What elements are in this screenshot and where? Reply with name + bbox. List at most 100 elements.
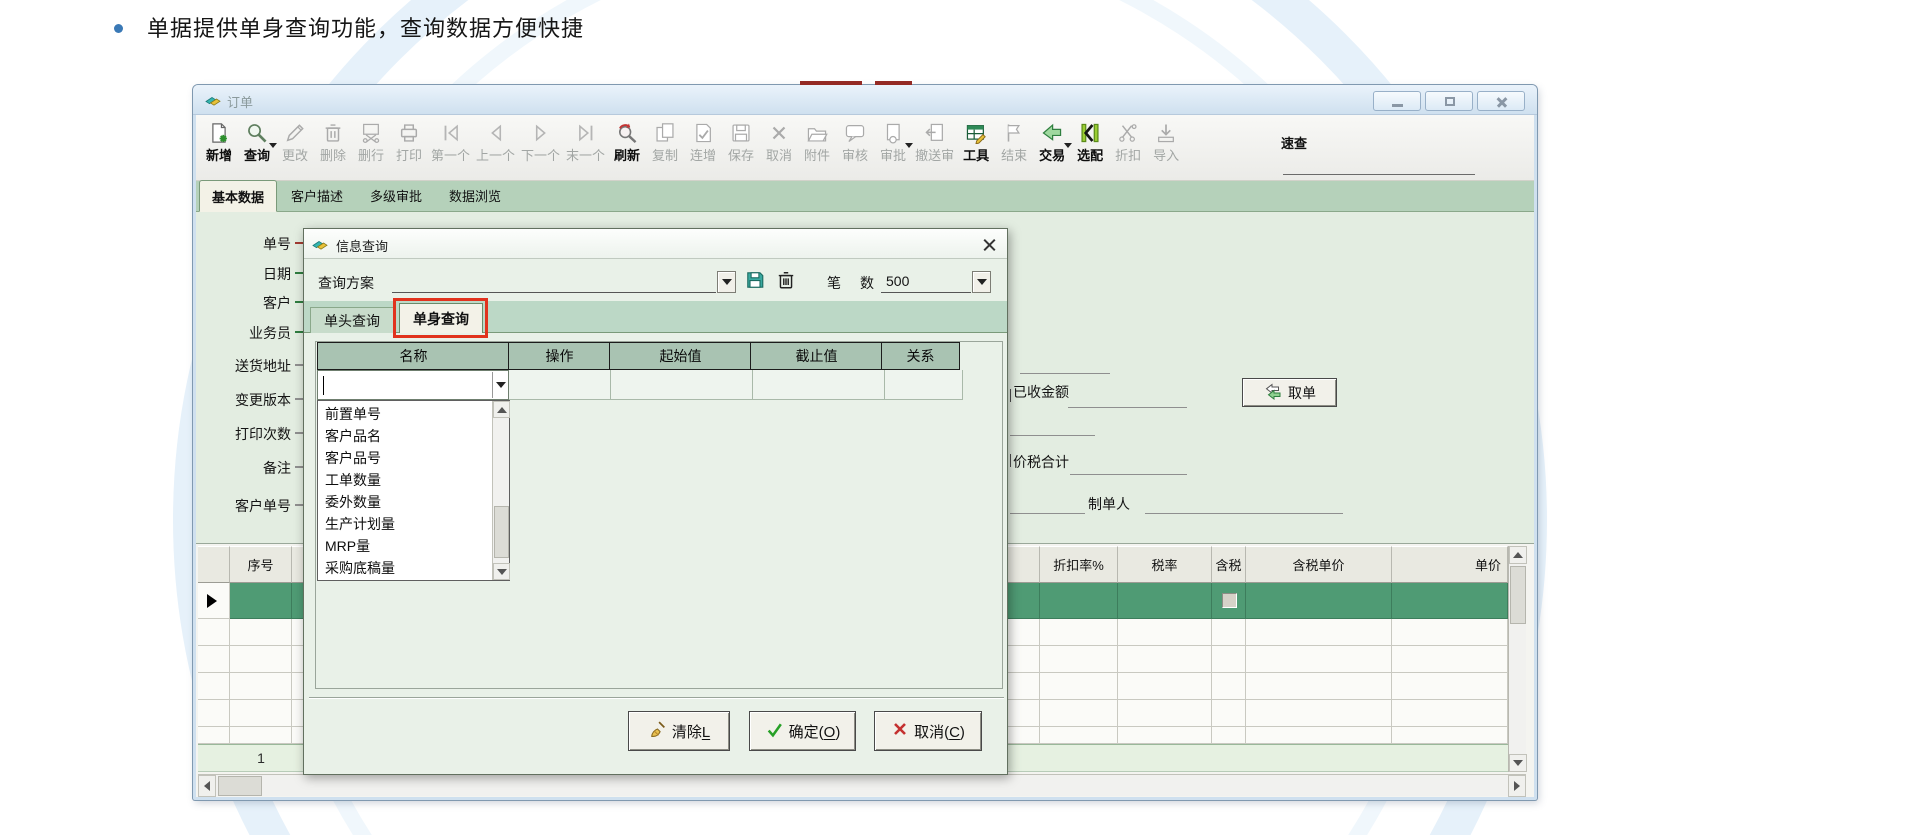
query-grid-cell[interactable] [509, 370, 611, 400]
table-cell [1392, 619, 1508, 646]
query-grid-cell[interactable] [885, 370, 963, 400]
toolbar-button-refresh[interactable]: 刷新 [608, 119, 646, 164]
toolbar-button-save[interactable]: 保存 [722, 119, 760, 164]
received-amount-input[interactable] [1068, 407, 1187, 408]
dialog-close-button[interactable] [978, 234, 1000, 256]
toolbar-button-discount[interactable]: 折扣 [1109, 119, 1147, 164]
table-cell [1392, 673, 1508, 700]
tab-data-browse[interactable]: 数据浏览 [436, 179, 514, 211]
hidden-field-line[interactable] [1010, 513, 1085, 514]
toolbar-button-edit[interactable]: 更改 [276, 119, 314, 164]
print-icon [398, 119, 420, 147]
count-dropdown-button[interactable] [972, 271, 991, 293]
take-order-button[interactable]: 取单 [1242, 378, 1337, 407]
toolbar-button-label: 更改 [282, 147, 308, 164]
toolbar-button-prev[interactable]: 上一个 [473, 119, 518, 164]
field-option[interactable]: 工单数量 [319, 469, 491, 491]
toolbar-button-delete-row[interactable]: 删行 [352, 119, 390, 164]
delete-plan-icon[interactable] [776, 270, 796, 295]
dialog-title: 信息查询 [336, 236, 388, 255]
creator-input[interactable] [1145, 513, 1343, 514]
toolbar-button-copy[interactable]: 复制 [646, 119, 684, 164]
scroll-down-button[interactable] [1509, 754, 1527, 772]
scrollbar-thumb[interactable] [218, 776, 262, 796]
header-label: 起始值 [660, 346, 702, 366]
cancel-button[interactable]: 取消(C) [874, 711, 982, 751]
toolbar-button-approve[interactable]: 审批 [874, 119, 912, 164]
quick-search-input[interactable] [1283, 174, 1475, 175]
toolbar-button-withdraw-review[interactable]: 撤送审 [912, 119, 957, 164]
toolbar-button-trade[interactable]: 交易 [1033, 119, 1071, 164]
query-plan-dropdown-button[interactable] [717, 271, 736, 293]
scroll-up-button[interactable] [493, 401, 510, 418]
minimize-button[interactable] [1373, 91, 1421, 111]
field-option[interactable]: 委外数量 [319, 491, 491, 513]
chevron-down-icon [496, 382, 506, 388]
query-grid-header: 起始值 [609, 342, 752, 370]
query-grid-cell[interactable] [753, 370, 885, 400]
count-input[interactable] [881, 292, 971, 293]
hidden-field-line[interactable] [1010, 435, 1095, 436]
field-option[interactable]: MRP量 [319, 535, 491, 557]
toolbar-button-label: 新增 [206, 147, 232, 164]
field-name-dropdown-button[interactable] [492, 372, 508, 398]
maximize-button[interactable] [1425, 91, 1473, 111]
query-plan-input[interactable] [392, 292, 716, 293]
tab-multi-level-approval[interactable]: 多级审批 [357, 179, 435, 211]
toolbar-button-import[interactable]: 导入 [1147, 119, 1185, 164]
scrollbar-thumb[interactable] [1510, 566, 1526, 624]
toolbar-button-print[interactable]: 打印 [390, 119, 428, 164]
scroll-left-button[interactable] [198, 775, 216, 797]
query-grid-cell[interactable] [611, 370, 753, 400]
toolbar-button-label: 结束 [1001, 147, 1027, 164]
table-cell [1040, 646, 1118, 673]
tax-included-checkbox[interactable] [1222, 593, 1237, 608]
new-icon [208, 119, 230, 147]
toolbar-button-copy-add[interactable]: 连增 [684, 119, 722, 164]
field-option[interactable]: 生产计划量 [319, 513, 491, 535]
toolbar-button-select-config[interactable]: 选配 [1071, 119, 1109, 164]
toolbar-button-new[interactable]: 新增 [200, 119, 238, 164]
dialog-titlebar[interactable]: 信息查询 [304, 229, 1007, 259]
scrollbar-thumb[interactable] [494, 506, 509, 558]
window-titlebar[interactable]: 订单 [193, 85, 1537, 115]
annotation-red-mark [875, 81, 912, 85]
toolbar-button-query[interactable]: 查询 [238, 119, 276, 164]
clear-button[interactable]: 清除L [628, 711, 730, 751]
review-icon [844, 119, 866, 147]
table-cell [198, 727, 230, 744]
import-icon [1155, 119, 1177, 147]
toolbar-button-last[interactable]: 末一个 [563, 119, 608, 164]
field-option[interactable]: 客户品名 [319, 425, 491, 447]
chevron-up-icon [497, 407, 507, 413]
toolbar-button-attachment[interactable]: 附件 [798, 119, 836, 164]
save-plan-icon[interactable] [745, 270, 765, 295]
toolbar-button-tools[interactable]: 工具 [957, 119, 995, 164]
tab-basic-data[interactable]: 基本数据 [199, 180, 277, 212]
field-option[interactable]: 前置单号 [319, 403, 491, 425]
field-name-combo-input[interactable] [317, 370, 509, 400]
field-option[interactable]: 采购底稿量 [319, 557, 491, 579]
toolbar-button-first[interactable]: 第一个 [428, 119, 473, 164]
tab-header-query[interactable]: 单头查询 [310, 307, 394, 333]
selected-row-cell [1392, 583, 1508, 619]
table-cell [1392, 700, 1508, 727]
list-scrollbar[interactable] [492, 401, 509, 580]
scroll-down-button[interactable] [493, 563, 510, 580]
vertical-scrollbar[interactable] [1508, 546, 1526, 772]
toolbar-button-cancel[interactable]: 取消 [760, 119, 798, 164]
field-option[interactable]: 客户品号 [319, 447, 491, 469]
close-button[interactable] [1477, 91, 1525, 111]
toolbar-button-review[interactable]: 审核 [836, 119, 874, 164]
hidden-field-line[interactable] [1020, 373, 1110, 374]
detail-grid-header: 含税 [1212, 546, 1246, 583]
tax-total-input[interactable] [1070, 474, 1187, 475]
tab-customer-desc[interactable]: 客户描述 [278, 179, 356, 211]
horizontal-scrollbar[interactable] [198, 774, 1526, 796]
toolbar-button-finish[interactable]: 结束 [995, 119, 1033, 164]
scroll-right-button[interactable] [1508, 775, 1526, 797]
toolbar-button-delete[interactable]: 删除 [314, 119, 352, 164]
scroll-up-button[interactable] [1509, 546, 1527, 564]
ok-button[interactable]: 确定(O) [749, 711, 856, 751]
toolbar-button-next[interactable]: 下一个 [518, 119, 563, 164]
